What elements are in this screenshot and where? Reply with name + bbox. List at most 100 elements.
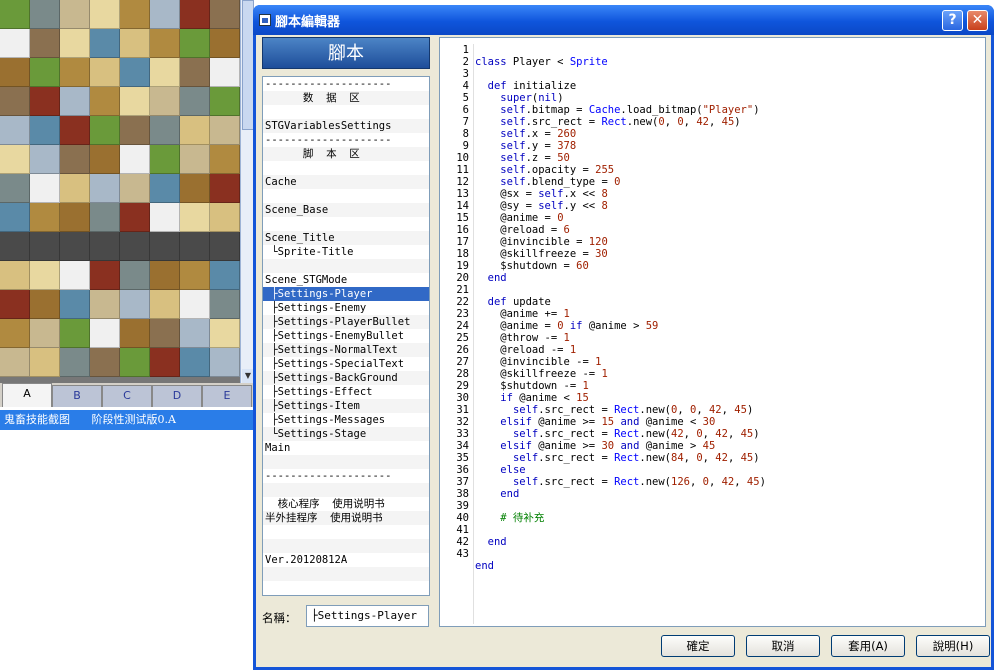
apply-button[interactable]: 套用(A) [831,635,905,657]
tile[interactable] [210,348,240,377]
tile[interactable] [0,203,30,232]
code-line[interactable]: super(nil) [475,92,980,104]
tile[interactable] [30,29,60,58]
tile[interactable] [120,203,150,232]
script-list-item[interactable]: ├Settings-PlayerBullet [263,315,429,329]
code-editor[interactable]: 1 2 3 4 5 6 7 8 9 10 11 12 13 14 15 16 17 18 19 20 21 22 23 24 2… [439,37,986,627]
script-list-item[interactable] [263,105,429,119]
code-line[interactable]: self.y = 378 [475,140,980,152]
script-list-item[interactable] [263,455,429,469]
code-line[interactable] [475,68,980,80]
tile[interactable] [60,203,90,232]
tile[interactable] [30,232,60,261]
tile[interactable] [90,174,120,203]
tile[interactable] [30,290,60,319]
script-list-item[interactable]: Scene_Base [263,203,429,217]
tile[interactable] [180,348,210,377]
tile[interactable] [30,174,60,203]
script-list-item[interactable]: -------------------- [263,469,429,483]
script-list-item[interactable]: Scene_STGMode [263,273,429,287]
tile[interactable] [120,232,150,261]
script-list-item[interactable]: STGVariablesSettings [263,119,429,133]
code-line[interactable]: end [475,560,980,572]
code-line[interactable]: self.src_rect = Rect.new(0, 0, 42, 45) [475,404,980,416]
script-list-item[interactable]: 脚 本 区 [263,147,429,161]
tile[interactable] [30,319,60,348]
tile[interactable] [0,319,30,348]
tile[interactable] [150,29,180,58]
tile[interactable] [60,58,90,87]
script-list-item[interactable]: ├Settings-NormalText [263,343,429,357]
tile[interactable] [0,174,30,203]
tile[interactable] [150,232,180,261]
tile[interactable] [180,261,210,290]
code-line[interactable]: @skillfreeze = 30 [475,248,980,260]
tile[interactable] [90,232,120,261]
tileset-palette[interactable] [0,0,240,383]
tile[interactable] [180,29,210,58]
tile[interactable] [120,87,150,116]
tile[interactable] [150,58,180,87]
code-line[interactable]: $shutdown -= 1 [475,380,980,392]
script-list[interactable]: -------------------- 数 据 区 STGVariablesSe… [262,76,430,596]
tile[interactable] [90,29,120,58]
tile[interactable] [210,58,240,87]
tile[interactable] [30,0,60,29]
tile[interactable] [30,348,60,377]
tile[interactable] [120,145,150,174]
tile[interactable] [150,290,180,319]
script-list-item[interactable] [263,217,429,231]
tile[interactable] [150,319,180,348]
code-line[interactable]: @invincible -= 1 [475,356,980,368]
tile[interactable] [150,174,180,203]
code-line[interactable]: @anime = 0 if @anime > 59 [475,320,980,332]
code-line[interactable]: @throw -= 1 [475,332,980,344]
code-line[interactable]: @sy = self.y << 8 [475,200,980,212]
code-line[interactable]: @sx = self.x << 8 [475,188,980,200]
script-list-item[interactable] [263,539,429,553]
code-line[interactable]: @skillfreeze -= 1 [475,368,980,380]
tile[interactable] [210,174,240,203]
code-line[interactable] [475,524,980,536]
tile[interactable] [60,87,90,116]
ok-button[interactable]: 確定 [661,635,735,657]
tile[interactable] [120,319,150,348]
tile[interactable] [180,145,210,174]
tile[interactable] [180,174,210,203]
tile[interactable] [0,0,30,29]
help-icon[interactable]: ? [942,10,963,31]
tab-a[interactable]: A [2,383,52,407]
tile[interactable] [210,116,240,145]
code-line[interactable] [475,284,980,296]
tile[interactable] [90,261,120,290]
code-line[interactable]: self.src_rect = Rect.new(42, 0, 42, 45) [475,428,980,440]
tile[interactable] [90,319,120,348]
tile[interactable] [180,58,210,87]
script-list-item[interactable]: └Sprite-Title [263,245,429,259]
tile[interactable] [0,145,30,174]
tile[interactable] [90,348,120,377]
script-list-item[interactable]: ├Settings-Enemy [263,301,429,315]
tile[interactable] [60,348,90,377]
tile[interactable] [0,348,30,377]
code-line[interactable] [475,548,980,560]
script-list-item[interactable]: 半外挂程序 使用说明书 [263,511,429,525]
code-line[interactable]: def update [475,296,980,308]
dialog-titlebar[interactable]: 腳本編輯器 ? ✕ [253,5,994,35]
tab-e[interactable]: E [202,385,252,407]
tile[interactable] [210,203,240,232]
script-list-item[interactable]: ├Settings-Messages [263,413,429,427]
tile[interactable] [180,232,210,261]
script-list-item[interactable] [263,259,429,273]
tile[interactable] [30,87,60,116]
code-line[interactable]: def initialize [475,80,980,92]
tile[interactable] [90,87,120,116]
tile[interactable] [30,116,60,145]
script-list-item[interactable]: 数 据 区 [263,91,429,105]
code-line[interactable]: self.opacity = 255 [475,164,980,176]
script-list-item[interactable]: -------------------- [263,133,429,147]
code-line[interactable]: # 待补充 [475,512,980,524]
code-line[interactable]: self.src_rect = Rect.new(0, 0, 42, 45) [475,116,980,128]
tile[interactable] [90,58,120,87]
code-line[interactable]: @anime = 0 [475,212,980,224]
